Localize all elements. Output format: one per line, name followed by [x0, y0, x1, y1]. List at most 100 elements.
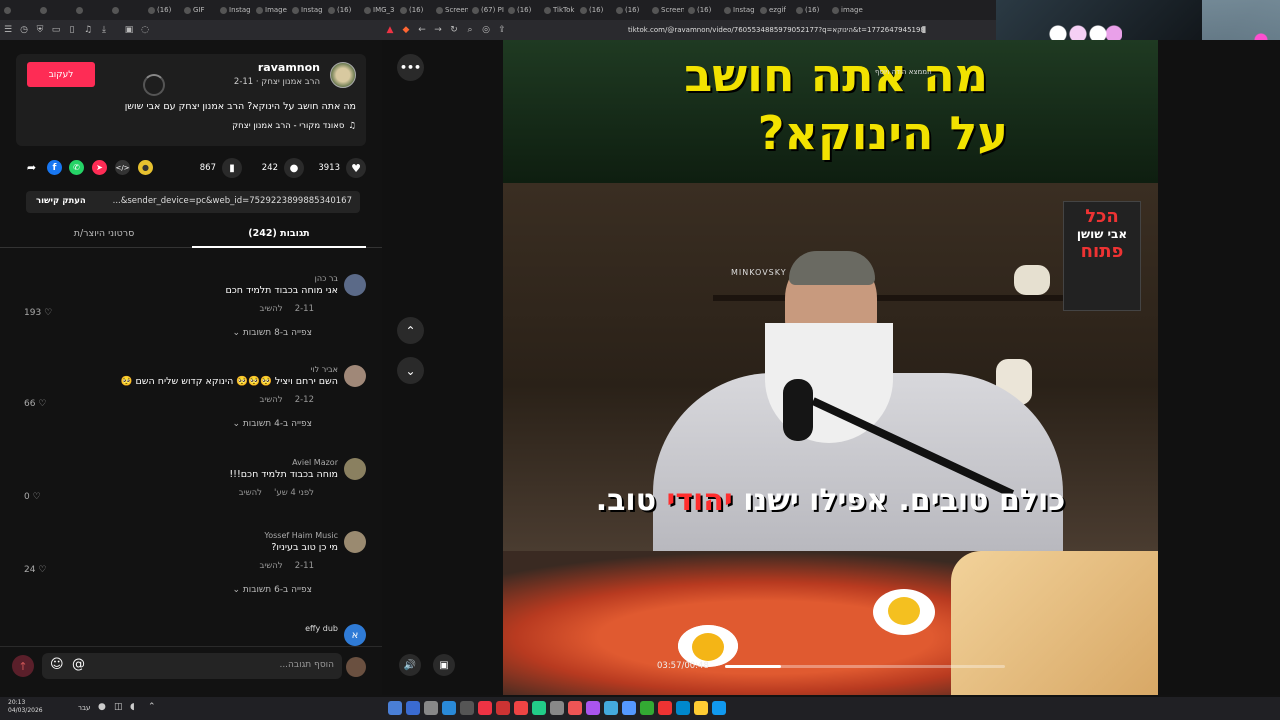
post-comment-button[interactable]: ↑	[12, 655, 34, 677]
browser-tab[interactable]: Instag	[216, 0, 252, 20]
share-page-icon[interactable]: ⇪	[495, 23, 509, 37]
download-icon[interactable]: ⤓	[97, 23, 111, 37]
address-bar[interactable]: tiktok.com/@ravamnon/video/7605534885979…	[628, 26, 925, 34]
taskbar-app-icon[interactable]	[532, 701, 546, 715]
network-icon[interactable]: ◫	[114, 702, 123, 712]
browser-tab[interactable]	[72, 0, 108, 20]
browser-tab[interactable]: (16)	[396, 0, 432, 20]
browser-tab[interactable]: (16)	[792, 0, 828, 20]
browser-tab[interactable]: Image	[252, 0, 288, 20]
comment-author[interactable]: אביר לוי	[12, 365, 338, 374]
search-icon[interactable]: ⌕	[463, 23, 477, 37]
extension-icon[interactable]: ▮	[917, 23, 931, 37]
comment-avatar[interactable]	[344, 365, 366, 387]
comment-avatar[interactable]: א	[344, 624, 366, 646]
taskbar-app-icon[interactable]	[424, 701, 438, 715]
comment-button[interactable]: ●	[284, 158, 304, 178]
browser-tab[interactable]: (16)	[684, 0, 720, 20]
previous-video-button[interactable]: ⌃	[397, 317, 424, 344]
taskbar-app-icon[interactable]	[388, 701, 402, 715]
telegram-icon[interactable]: ➤	[92, 160, 107, 175]
history-icon[interactable]: ◷	[17, 23, 31, 37]
browser-tab[interactable]: Instag	[288, 0, 324, 20]
browser-tab[interactable]	[36, 0, 72, 20]
comment-like[interactable]: 0 ♡	[24, 492, 41, 502]
comment-input[interactable]: ☺ @ הוסף תגובה...	[42, 653, 342, 679]
comment-like[interactable]: 66 ♡	[24, 399, 46, 409]
comment-avatar[interactable]	[344, 531, 366, 553]
follow-button[interactable]: לעקוב	[27, 62, 95, 87]
my-avatar[interactable]	[346, 657, 366, 677]
chat-icon[interactable]: ◌	[138, 23, 152, 37]
video-player[interactable]: מה אתה חושב על הינוקא? הממצא הודה ויוסף …	[503, 40, 1158, 695]
back-icon[interactable]: ←	[415, 23, 429, 37]
screenshot-icon[interactable]: ▣	[122, 23, 136, 37]
browser-tab[interactable]: Instag	[720, 0, 756, 20]
reply-button[interactable]: להשיב	[259, 395, 282, 405]
taskbar-app-icon[interactable]	[694, 701, 708, 715]
browser-tab[interactable]: (16)	[612, 0, 648, 20]
next-video-button[interactable]: ⌄	[397, 357, 424, 384]
comments-tab[interactable]: תגובות (242)	[192, 228, 366, 239]
reply-button[interactable]: להשיב	[259, 561, 282, 571]
reply-button[interactable]: להשיב	[239, 488, 262, 498]
browser-tab[interactable]: Screen	[648, 0, 684, 20]
comment-like[interactable]: 24 ♡	[24, 565, 46, 575]
sidebar-icon[interactable]: ▯	[65, 23, 79, 37]
whatsapp-icon[interactable]: ✆	[69, 160, 84, 175]
save-button[interactable]: ▮	[222, 158, 242, 178]
browser-tab[interactable]: (16)	[324, 0, 360, 20]
miniplayer-button[interactable]: ▣	[433, 654, 455, 676]
comment-avatar[interactable]	[344, 274, 366, 296]
taskbar-app-icon[interactable]	[658, 701, 672, 715]
facebook-icon[interactable]: f	[47, 160, 62, 175]
browser-tab[interactable]: ezgif	[756, 0, 792, 20]
browser-tab[interactable]: IMG_3	[360, 0, 396, 20]
browser-tab[interactable]	[0, 0, 36, 20]
copy-link-button[interactable]: העתק קישור	[36, 196, 86, 206]
comment-author[interactable]: בר כהן	[12, 274, 338, 283]
comment-avatar[interactable]	[344, 458, 366, 480]
coin-share-icon[interactable]: ●	[138, 160, 153, 175]
emoji-icon[interactable]: ☺	[50, 657, 64, 672]
browser-tab[interactable]: TikTok	[540, 0, 576, 20]
comment-author[interactable]: effy dub	[12, 624, 338, 633]
language-indicator[interactable]: עבר	[78, 704, 90, 712]
browser-tab[interactable]: (16)	[144, 0, 180, 20]
taskbar-app-icon[interactable]	[712, 701, 726, 715]
forward-icon[interactable]: →	[431, 23, 445, 37]
browser-tab[interactable]: (16)	[504, 0, 540, 20]
taskbar-app-icon[interactable]	[676, 701, 690, 715]
taskbar-app-icon[interactable]	[406, 701, 420, 715]
volume-button[interactable]: 🔊	[399, 654, 421, 676]
volume-icon[interactable]: ◖	[130, 702, 135, 712]
reply-button[interactable]: להשיב	[259, 304, 282, 314]
taskbar-app-icon[interactable]	[514, 701, 528, 715]
taskbar-app-icon[interactable]	[442, 701, 456, 715]
mic-icon[interactable]: ●	[98, 702, 106, 712]
taskbar-app-icon[interactable]	[478, 701, 492, 715]
like-button[interactable]: ♥	[346, 158, 366, 178]
reload-icon[interactable]: ↻	[447, 23, 461, 37]
browser-tab[interactable]: image	[828, 0, 864, 20]
taskbar-app-icon[interactable]	[640, 701, 654, 715]
taskbar-app-icon[interactable]	[460, 701, 474, 715]
menu-icon[interactable]: ☰	[1, 23, 15, 37]
taskbar-app-icon[interactable]	[496, 701, 510, 715]
creator-videos-tab[interactable]: סרטוני היוצר/ת	[16, 228, 192, 239]
lens-icon[interactable]: ◎	[479, 23, 493, 37]
video-progress-track[interactable]	[725, 665, 1005, 668]
comment-author[interactable]: Aviel Mazor	[12, 458, 338, 467]
comment-author[interactable]: Yossef Haim Music	[12, 531, 338, 540]
more-options-button[interactable]: •••	[397, 54, 424, 81]
embed-icon[interactable]: </>	[115, 160, 130, 175]
browser-tab[interactable]: Screen	[432, 0, 468, 20]
taskbar-app-icon[interactable]	[604, 701, 618, 715]
taskbar-app-icon[interactable]	[568, 701, 582, 715]
shield-icon[interactable]: ⛨	[33, 23, 47, 37]
taskbar-app-icon[interactable]	[550, 701, 564, 715]
share-icon[interactable]: ➦	[24, 160, 39, 175]
bookmark-icon[interactable]: ▭	[49, 23, 63, 37]
taskbar-app-icon[interactable]	[622, 701, 636, 715]
browser-tab[interactable]: (67) PI	[468, 0, 504, 20]
